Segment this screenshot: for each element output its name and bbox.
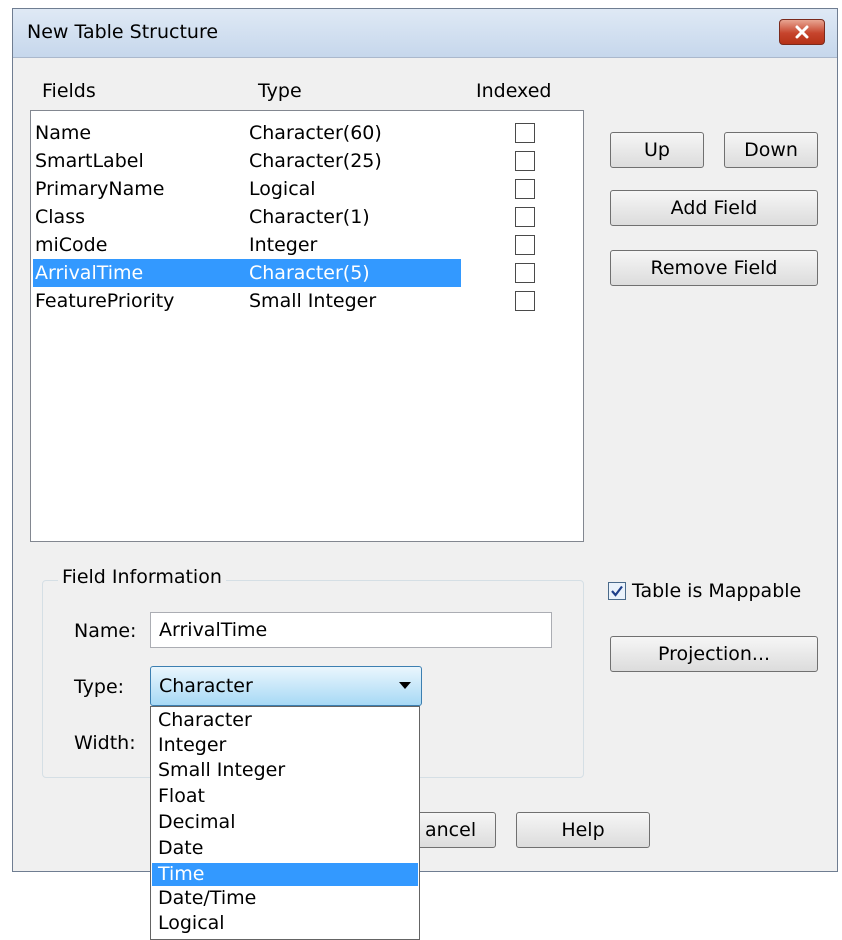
type-option[interactable]: Small Integer [152,759,418,782]
field-type: Character(25) [249,150,382,172]
field-row[interactable]: SmartLabel Character(25) [33,147,461,175]
type-select-value: Character [159,675,253,697]
type-option[interactable]: Date/Time [152,887,418,910]
indexed-checkbox[interactable] [515,291,535,311]
field-name: PrimaryName [35,178,165,200]
field-row[interactable]: FeaturePriority Small Integer [33,287,461,315]
field-name: ArrivalTime [35,262,144,284]
field-row[interactable]: PrimaryName Logical [33,175,461,203]
field-row[interactable]: miCode Integer [33,231,461,259]
table-is-mappable-label: Table is Mappable [632,580,802,602]
field-row[interactable]: Class Character(1) [33,203,461,231]
type-select[interactable]: Character [150,666,422,706]
width-label: Width: [74,732,136,754]
name-label: Name: [74,620,137,642]
field-row[interactable]: Name Character(60) [33,119,461,147]
name-field[interactable]: ArrivalTime [150,612,552,648]
type-label: Type: [74,676,125,698]
type-option[interactable]: Decimal [152,811,418,834]
field-row-selected[interactable]: ArrivalTime Character(5) [33,259,461,287]
chevron-down-icon [399,682,411,689]
field-type: Character(60) [249,122,382,144]
close-button[interactable] [779,19,825,45]
indexed-checkbox[interactable] [515,207,535,227]
field-type: Character(1) [249,206,370,228]
indexed-checkbox[interactable] [515,123,535,143]
remove-field-button[interactable]: Remove Field [610,250,818,286]
field-name: Name [35,122,92,144]
type-option[interactable]: Logical [152,912,418,935]
up-button[interactable]: Up [610,132,704,168]
close-icon [795,25,809,39]
type-option[interactable]: Integer [152,734,418,757]
column-header-indexed: Indexed [476,80,552,102]
title-bar[interactable]: New Table Structure [13,9,837,58]
indexed-checkbox[interactable] [515,235,535,255]
indexed-checkbox[interactable] [515,179,535,199]
field-type: Integer [249,234,318,256]
indexed-checkbox[interactable] [515,151,535,171]
type-option[interactable]: Float [152,785,418,808]
column-header-fields: Fields [42,80,96,102]
indexed-checkbox[interactable] [515,263,535,283]
field-type: Logical [249,178,316,200]
type-option-highlighted[interactable]: Time [152,863,418,886]
field-information-label: Field Information [58,566,226,588]
field-name: miCode [35,234,108,256]
table-is-mappable-checkbox[interactable] [608,582,626,600]
help-button[interactable]: Help [516,812,650,848]
field-type: Character(5) [249,262,370,284]
field-name: FeaturePriority [35,290,175,312]
field-name: Class [35,206,85,228]
field-type: Small Integer [249,290,377,312]
type-option[interactable]: Character [152,709,418,732]
down-button[interactable]: Down [724,132,818,168]
dialog-title: New Table Structure [27,21,219,43]
type-option[interactable]: Date [152,837,418,860]
checkmark-icon [611,585,623,597]
field-name: SmartLabel [35,150,144,172]
type-dropdown-list[interactable]: Character Integer Small Integer Float De… [150,706,420,940]
projection-button[interactable]: Projection... [610,636,818,672]
fields-list[interactable]: Name Character(60) SmartLabel Character(… [30,110,584,542]
add-field-button[interactable]: Add Field [610,190,818,226]
column-header-type: Type [258,80,302,102]
